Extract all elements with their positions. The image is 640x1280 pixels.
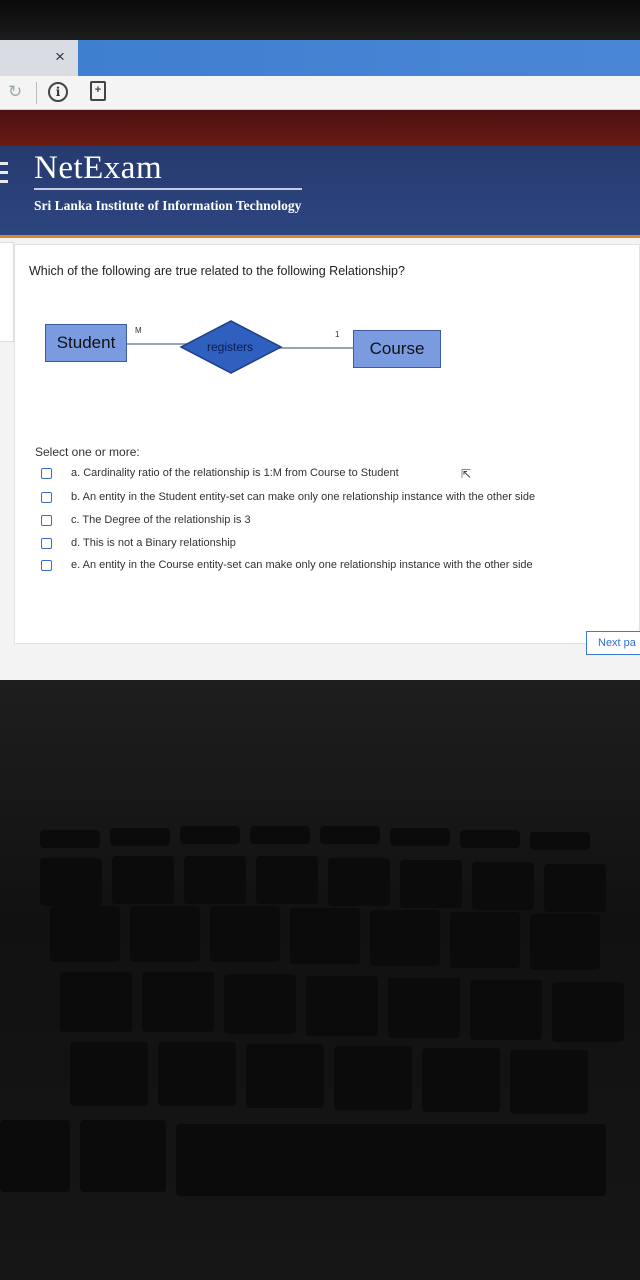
keyboard-key xyxy=(50,906,120,962)
keyboard-key xyxy=(388,978,460,1038)
keyboard-key xyxy=(130,906,200,962)
keyboard-key xyxy=(370,910,440,966)
keyboard-key xyxy=(80,1120,166,1192)
cardinality-right: 1 xyxy=(335,330,340,339)
option-a-label[interactable]: a. Cardinality ratio of the relationship… xyxy=(71,467,399,479)
entity-course: Course xyxy=(353,330,441,368)
keyboard-key xyxy=(460,830,520,848)
keyboard-key xyxy=(328,858,390,906)
keyboard-key xyxy=(306,976,378,1036)
question-card: Which of the following are true related … xyxy=(14,244,640,644)
site-logo[interactable]: NetExam xyxy=(34,150,162,187)
site-info-icon[interactable]: i xyxy=(48,82,68,102)
menu-icon[interactable] xyxy=(0,156,10,208)
entity-student: Student xyxy=(45,324,127,362)
keyboard-key xyxy=(422,1048,500,1112)
option-b-checkbox[interactable] xyxy=(41,492,52,503)
option-d-label[interactable]: d. This is not a Binary relationship xyxy=(71,537,236,549)
screen-bezel xyxy=(0,0,640,40)
keyboard-key xyxy=(544,864,606,912)
keyboard-key xyxy=(530,914,600,970)
keyboard-key xyxy=(472,862,534,910)
keyboard-key xyxy=(0,1120,70,1192)
keyboard-key xyxy=(450,912,520,968)
keyboard-key xyxy=(552,982,624,1042)
site-subtitle: Sri Lanka Institute of Information Techn… xyxy=(34,198,302,213)
option-e-checkbox[interactable] xyxy=(41,560,52,571)
keyboard-key xyxy=(176,1124,606,1196)
laptop-keyboard-background xyxy=(0,680,640,1280)
keyboard-key xyxy=(184,856,246,904)
quiz-area: Which of the following are true related … xyxy=(0,238,640,680)
mouse-cursor-icon: ⇱ xyxy=(461,467,472,481)
keyboard-key xyxy=(40,858,102,906)
keyboard-key xyxy=(400,860,462,908)
select-instruction: Select one or more: xyxy=(35,445,140,459)
reload-icon[interactable]: ↻ xyxy=(8,83,26,101)
keyboard-key xyxy=(210,906,280,962)
relationship-label: registers xyxy=(207,340,254,354)
option-b-label[interactable]: b. An entity in the Student entity-set c… xyxy=(71,491,535,503)
header-divider xyxy=(34,188,302,190)
keyboard-key xyxy=(250,826,310,844)
keyboard-key xyxy=(60,972,132,1032)
relationship-line-right xyxy=(275,347,353,349)
option-c-label[interactable]: c. The Degree of the relationship is 3 xyxy=(71,514,251,526)
keyboard-key xyxy=(40,830,100,848)
keyboard-key xyxy=(224,974,296,1034)
keyboard-key xyxy=(142,972,214,1032)
keyboard-key xyxy=(246,1044,324,1108)
keyboard-key xyxy=(334,1046,412,1110)
address-bar: ↻ i + xyxy=(0,76,640,110)
keyboard-key xyxy=(530,832,590,850)
toolbar-divider xyxy=(36,82,37,104)
page-top-band xyxy=(0,110,640,146)
keyboard-key xyxy=(158,1042,236,1106)
keyboard-key xyxy=(510,1050,588,1114)
keyboard-key xyxy=(390,828,450,846)
keyboard-key xyxy=(320,826,380,844)
keyboard-key xyxy=(290,908,360,964)
tab-close-icon[interactable]: × xyxy=(50,46,70,68)
question-text: Which of the following are true related … xyxy=(29,264,405,278)
option-a-checkbox[interactable] xyxy=(41,468,52,479)
keyboard-key xyxy=(110,828,170,846)
page-action-icon[interactable]: + xyxy=(90,81,106,101)
option-e-label[interactable]: e. An entity in the Course entity-set ca… xyxy=(71,559,533,571)
site-header: NetExam Sri Lanka Institute of Informati… xyxy=(0,146,640,238)
option-c-checkbox[interactable] xyxy=(41,515,52,526)
relationship-line-left xyxy=(127,343,187,345)
question-info-panel xyxy=(0,242,14,342)
keyboard-key xyxy=(180,826,240,844)
keyboard-key xyxy=(112,856,174,904)
cardinality-left: M xyxy=(135,326,142,335)
next-page-button[interactable]: Next pa xyxy=(586,631,640,655)
option-d-checkbox[interactable] xyxy=(41,538,52,549)
keyboard-key xyxy=(256,856,318,904)
browser-tab-strip: × xyxy=(0,40,640,76)
keyboard-key xyxy=(70,1042,148,1106)
keyboard-key xyxy=(470,980,542,1040)
